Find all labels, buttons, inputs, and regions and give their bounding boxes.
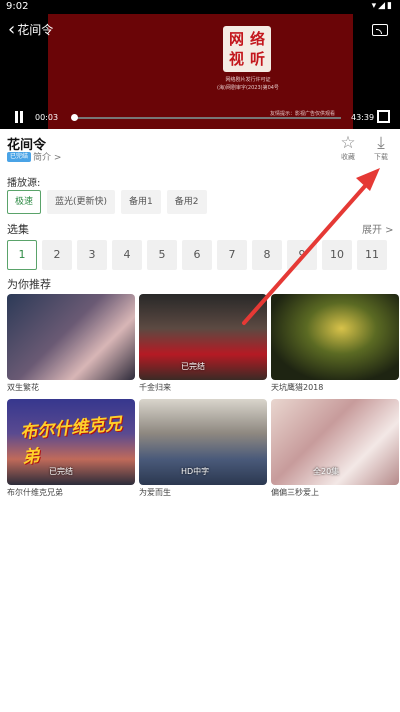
poster-image bbox=[7, 294, 135, 380]
current-time: 00:03 bbox=[35, 113, 59, 122]
episode-heading: 选集 bbox=[7, 223, 29, 236]
video-player[interactable]: 网 络 视 听 网络剧片发行许可证 (海)网剧审字(2023)第04号 ‹ 花间… bbox=[0, 14, 400, 129]
recommend-title: 布尔什维克兄弟 bbox=[7, 488, 63, 497]
seek-handle[interactable] bbox=[71, 114, 78, 121]
recommend-title: 天坑鹰猎2018 bbox=[271, 383, 324, 392]
source-heading: 播放源: bbox=[7, 178, 41, 189]
seal-char: 络 bbox=[249, 30, 265, 48]
poster-image: HD中字 bbox=[139, 399, 267, 485]
expand-episodes-button[interactable]: 展开 > bbox=[362, 221, 394, 236]
episode-badge: HD中字 bbox=[181, 467, 210, 476]
recommend-heading: 为你推荐 bbox=[7, 278, 51, 291]
recommend-card[interactable]: 布尔什维克兄弟 已完结 布尔什维克兄弟 bbox=[7, 399, 135, 498]
status-bar: 9:02 ▾◢▮ bbox=[0, 0, 400, 14]
episode-badge: 全20集 bbox=[313, 467, 340, 476]
source-option[interactable]: 备用2 bbox=[166, 190, 207, 214]
fullscreen-icon[interactable] bbox=[377, 110, 390, 123]
seal-char: 视 bbox=[228, 50, 244, 68]
download-button[interactable]: ⤓ 下载 bbox=[368, 134, 394, 162]
recommend-card[interactable]: 已完结 千金归来 bbox=[139, 294, 267, 393]
chevron-left-icon: ‹ bbox=[8, 18, 16, 40]
source-option[interactable]: 极速 bbox=[7, 190, 42, 214]
episode-button[interactable]: 6 bbox=[182, 240, 212, 270]
pause-icon[interactable] bbox=[13, 111, 25, 123]
episode-button[interactable]: 7 bbox=[217, 240, 247, 270]
status-time: 9:02 bbox=[6, 1, 29, 12]
license-line-2: (海)网剧审字(2023)第04号 bbox=[217, 85, 279, 91]
favorite-button[interactable]: ☆ 收藏 bbox=[335, 134, 361, 162]
recommend-card[interactable]: 双生繁花 bbox=[7, 294, 135, 393]
episode-button[interactable]: 8 bbox=[252, 240, 282, 270]
star-icon: ☆ bbox=[340, 133, 356, 153]
source-list: 极速 蓝光(更新快) 备用1 备用2 bbox=[7, 190, 207, 214]
episode-button[interactable]: 11 bbox=[357, 240, 387, 270]
episode-button[interactable]: 5 bbox=[147, 240, 177, 270]
poster-title-art: 布尔什维克兄弟 bbox=[19, 414, 123, 468]
status-badge: 已完结 bbox=[7, 152, 32, 162]
license-text: 网络剧片发行许可证 (海)网剧审字(2023)第04号 bbox=[198, 76, 298, 92]
status-icons: ▾◢▮ bbox=[371, 1, 394, 11]
poster-image: 全20集 bbox=[271, 399, 399, 485]
total-time: 43:39 bbox=[351, 113, 375, 122]
episode-badge: 已完结 bbox=[181, 362, 205, 371]
episode-button[interactable]: 2 bbox=[42, 240, 72, 270]
seal-char: 听 bbox=[249, 50, 265, 68]
source-option[interactable]: 备用1 bbox=[121, 190, 161, 214]
download-label: 下载 bbox=[374, 153, 388, 161]
intro-link[interactable]: 简介 > bbox=[33, 150, 61, 163]
favorite-label: 收藏 bbox=[341, 153, 355, 161]
player-controls: 00:03 43:39 bbox=[0, 107, 400, 129]
recommend-card[interactable]: 天坑鹰猎2018 bbox=[271, 294, 399, 393]
episode-button[interactable]: 3 bbox=[77, 240, 107, 270]
recommend-title: 偏偏三秒爱上 bbox=[271, 488, 319, 497]
license-line-1: 网络剧片发行许可证 bbox=[225, 77, 271, 83]
poster-image: 已完结 bbox=[139, 294, 267, 380]
download-icon: ⤓ bbox=[377, 133, 385, 153]
recommend-title: 双生繁花 bbox=[7, 383, 39, 392]
episode-list: 1 2 3 4 5 6 7 8 9 10 11 bbox=[7, 240, 387, 270]
episode-button[interactable]: 9 bbox=[287, 240, 317, 270]
seek-bar[interactable] bbox=[73, 117, 341, 119]
source-option[interactable]: 蓝光(更新快) bbox=[47, 190, 116, 214]
recommend-title: 为爱而生 bbox=[139, 488, 171, 497]
episode-button[interactable]: 1 bbox=[7, 240, 37, 270]
recommend-card[interactable]: HD中字 为爱而生 bbox=[139, 399, 267, 498]
recommend-card[interactable]: 全20集 偏偏三秒爱上 bbox=[271, 399, 399, 498]
recommend-title: 千金归来 bbox=[139, 383, 171, 392]
episode-badge: 已完结 bbox=[49, 467, 73, 476]
license-seal: 网 络 视 听 bbox=[223, 26, 271, 72]
episode-button[interactable]: 10 bbox=[322, 240, 352, 270]
back-button[interactable]: ‹ 花间令 bbox=[8, 18, 54, 40]
poster-image bbox=[271, 294, 399, 380]
player-title: 花间令 bbox=[17, 23, 54, 37]
episode-button[interactable]: 4 bbox=[112, 240, 142, 270]
seal-char: 网 bbox=[228, 30, 244, 48]
cast-icon[interactable] bbox=[372, 24, 388, 36]
poster-image: 布尔什维克兄弟 已完结 bbox=[7, 399, 135, 485]
